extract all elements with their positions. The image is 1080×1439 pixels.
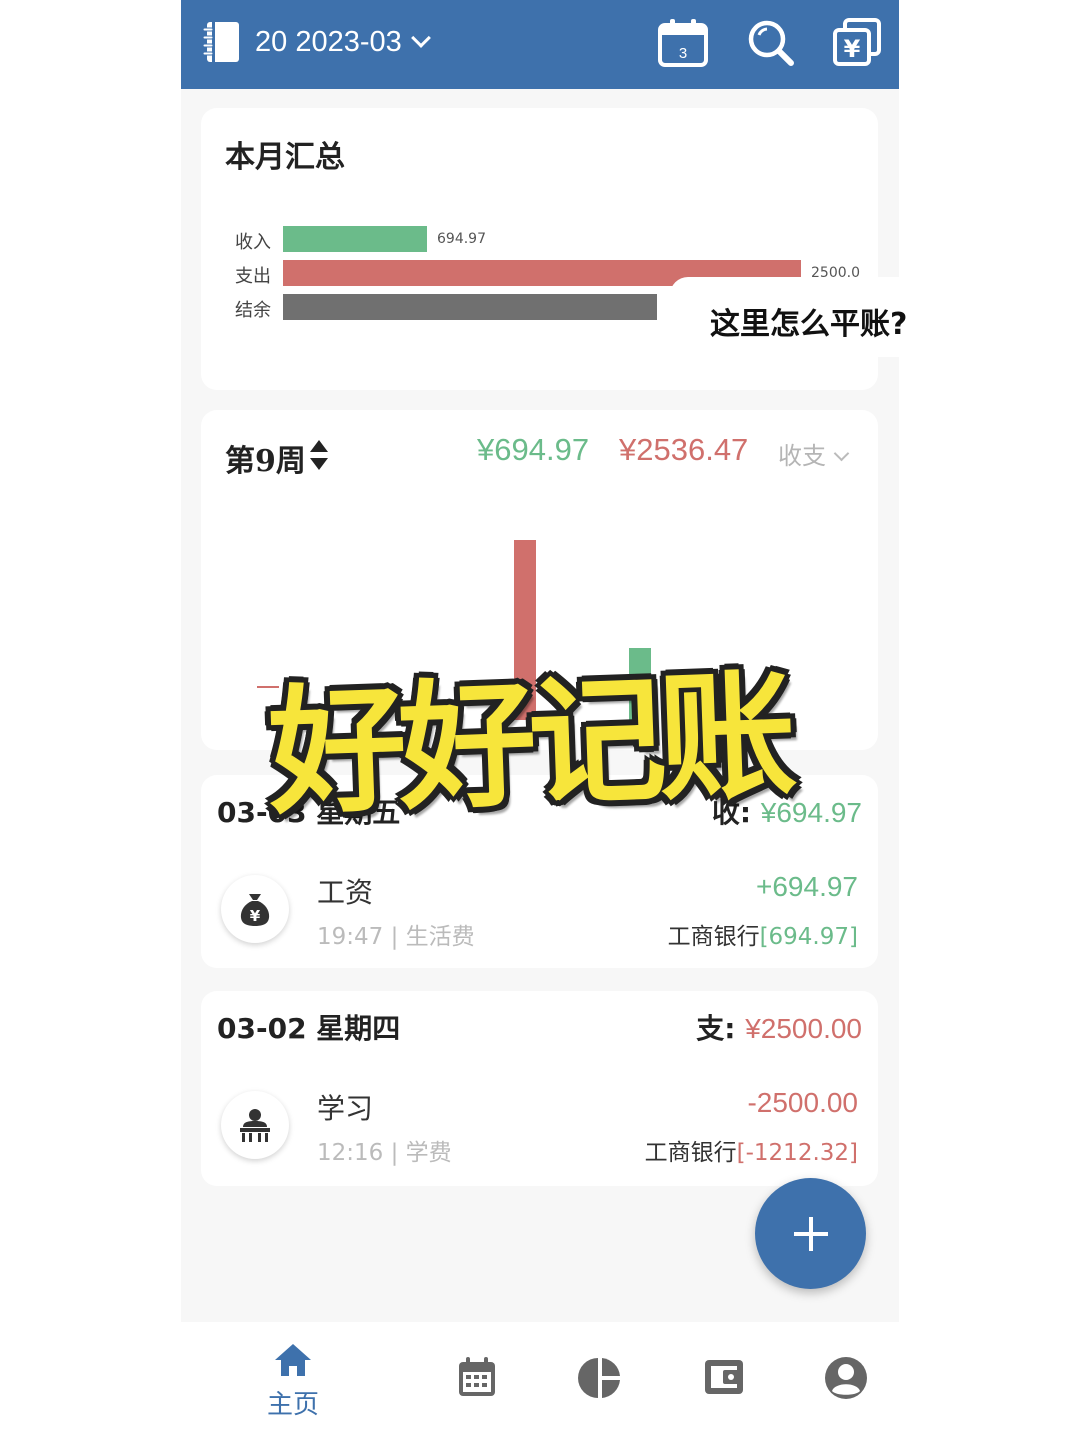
income-value: 694.97 [437,231,486,247]
nav-home-label: 主页 [267,1390,320,1420]
transaction-time: 12:16 [317,1140,384,1166]
transaction-category-avatar [221,1091,289,1159]
calendar-day-number: 3 [679,45,687,62]
day-total: 支: ¥2500.00 [696,1007,862,1047]
day-group-card: 03-02 星期四 支: ¥2500.00 学习 12:16 | 学费 -250… [201,991,878,1186]
wallet-icon [705,1360,743,1394]
ledger-book-icon[interactable] [201,21,241,63]
account-name: 工商银行 [644,1140,737,1166]
week-expense-total: ¥2536.47 [619,432,749,467]
search-icon[interactable] [745,17,797,69]
nav-profile[interactable] [824,1342,884,1422]
transaction-meta: 19:47 | 生活费 [317,924,475,950]
question-bubble: 这里怎么平账? [670,277,950,357]
filter-label: 收支 [778,442,826,470]
account-balance: [-1212.32] [736,1140,858,1166]
transaction-tag: 生活费 [405,924,475,950]
balance-bar [283,294,657,320]
money-bag-icon: ¥ [240,894,270,926]
sort-arrows-icon[interactable] [309,438,329,472]
nav-wallet[interactable] [701,1342,761,1422]
home-icon [275,1344,311,1376]
calendar-grid-icon [459,1357,495,1396]
week-income-total: ¥694.97 [477,432,590,467]
transaction-amount: +694.97 [756,871,858,902]
day-total-label: 支: [696,1012,736,1045]
transaction-tag: 学费 [405,1140,452,1166]
bubble-text: 这里怎么平账? [710,307,908,342]
transaction-category-avatar: ¥ [221,875,289,943]
account-balance: [694.97] [759,924,858,950]
budget-icon[interactable]: ¥ [831,17,883,69]
ledger-month-text: 20 2023-03 [255,26,402,58]
ledger-month-selector[interactable]: 20 2023-03 [255,22,431,62]
user-profile-icon [825,1357,867,1399]
chevron-down-icon [833,445,850,462]
transaction-name: 工资 [317,876,374,909]
nav-statistics[interactable] [578,1342,638,1422]
week-title[interactable]: 第9周 [225,436,306,480]
nav-calendar[interactable] [455,1342,515,1422]
transaction-meta: 12:16 | 学费 [317,1140,452,1166]
income-expense-filter[interactable]: 收支 [778,436,850,471]
transaction-time: 19:47 [317,924,384,950]
day-date: 03-02 星期四 [217,1012,401,1045]
pie-chart-icon [578,1358,620,1398]
chevron-down-icon [410,28,431,48]
svg-text:¥: ¥ [250,907,261,925]
top-bar: 20 2023-03 3 ¥ [181,0,899,89]
income-label: 收入 [235,232,271,253]
svg-text:¥: ¥ [844,35,861,63]
add-record-button[interactable] [755,1178,866,1289]
transaction-amount: -2500.00 [747,1087,858,1118]
transaction-account: 工商银行[-1212.32] [645,1133,858,1167]
bottom-navigation: 主页 [181,1322,899,1439]
calendar-icon[interactable]: 3 [657,17,709,69]
expense-label: 支出 [235,266,271,287]
income-bar [283,226,427,252]
overlay-title: 好好记账 [265,654,792,835]
transaction-account: 工商银行[694.97] [668,917,858,951]
transaction-name: 学习 [317,1092,374,1125]
summary-title: 本月汇总 [225,140,345,175]
day-total-amount: ¥2500.00 [745,1013,862,1044]
student-icon [240,1109,270,1142]
balance-label: 结余 [235,300,271,321]
account-name: 工商银行 [667,924,760,950]
